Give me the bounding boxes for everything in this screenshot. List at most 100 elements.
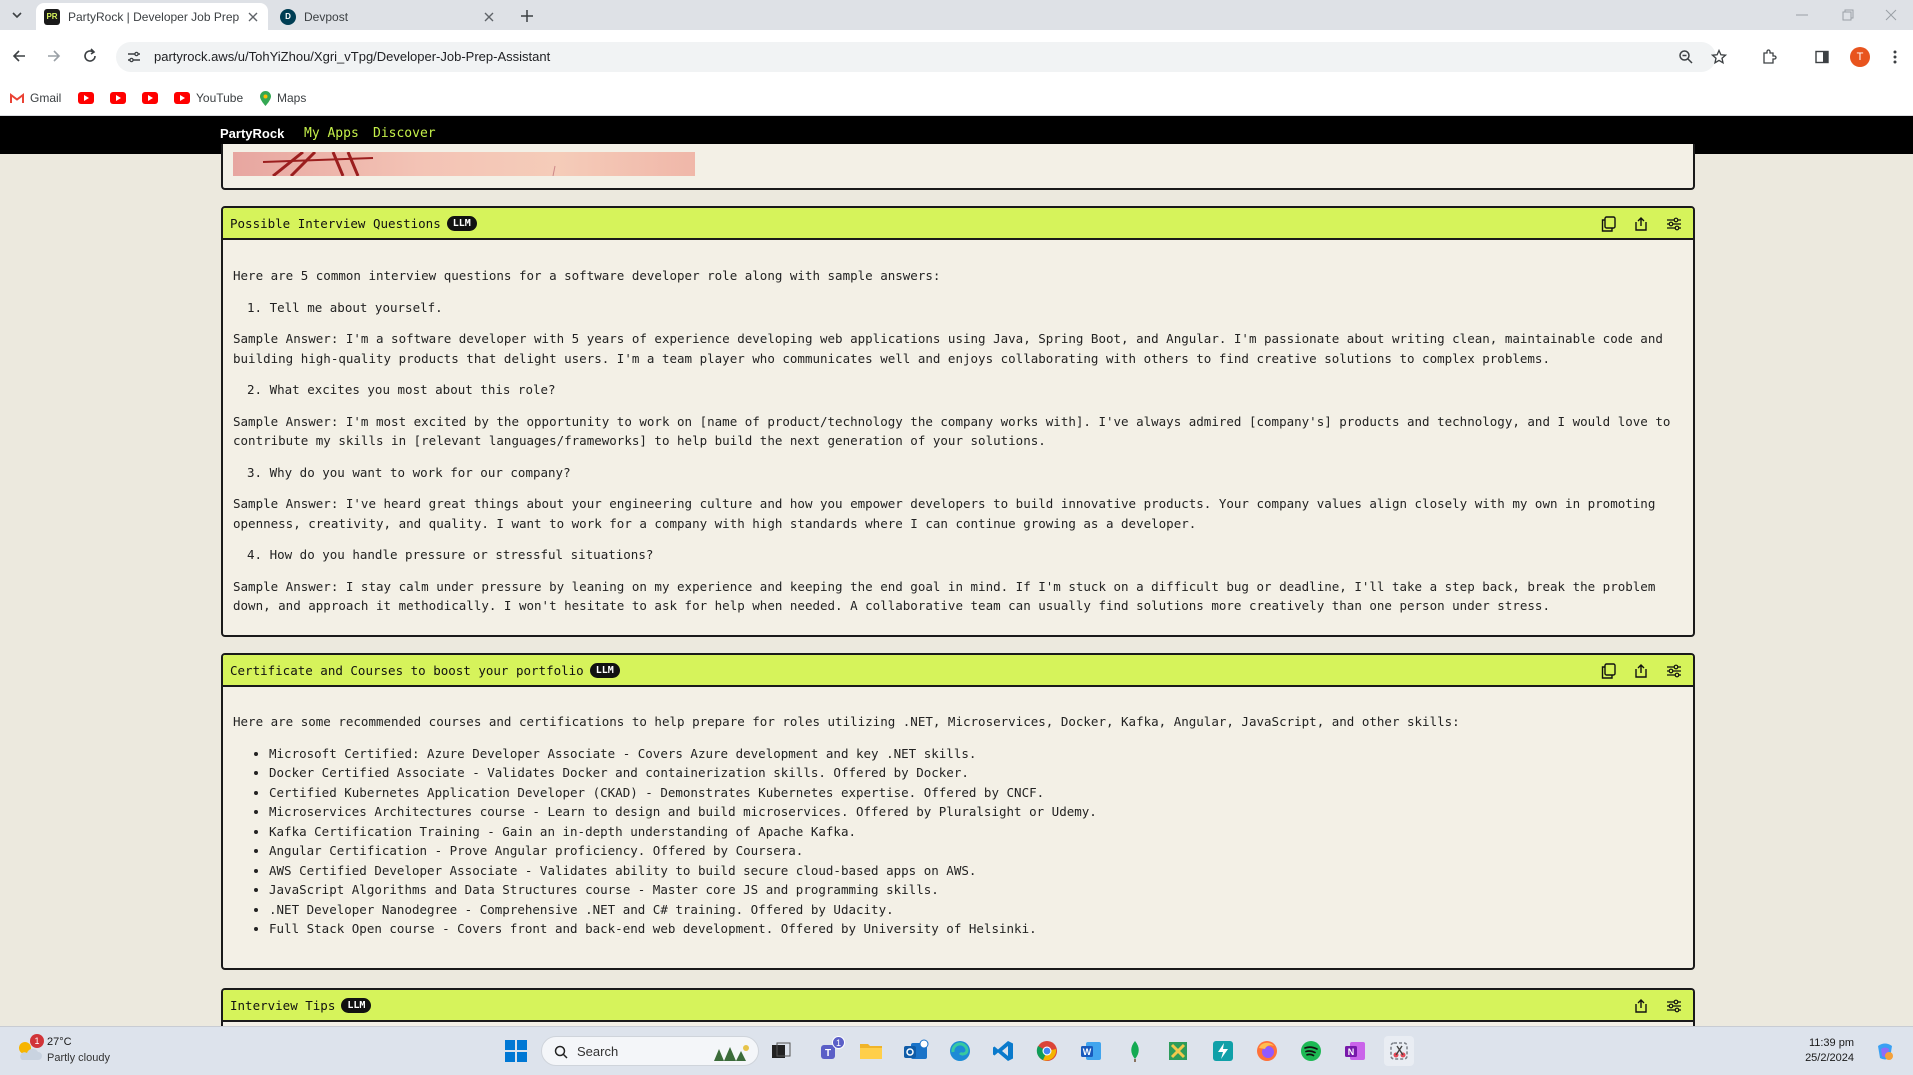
- sample-answer: Sample Answer: I stay calm under pressur…: [233, 578, 1656, 614]
- card-content: Here are some recommended courses and ce…: [233, 712, 1683, 939]
- taskbar-search[interactable]: Search: [541, 1036, 759, 1066]
- teams-icon[interactable]: T 1: [815, 1036, 845, 1066]
- card-header: Possible Interview Questions LLM: [223, 208, 1693, 240]
- weather-temp: 27°C: [47, 1036, 72, 1048]
- chrome-icon[interactable]: [1032, 1036, 1062, 1066]
- chevron-down-icon: [12, 12, 22, 19]
- list-item: Microservices Architectures course - Lea…: [269, 802, 1683, 822]
- tab-title: Devpost: [304, 9, 349, 24]
- question: 1. Tell me about yourself.: [247, 299, 443, 315]
- card-content: Here are 5 common interview questions fo…: [233, 266, 1683, 628]
- question: 3. Why do you want to work for our compa…: [247, 464, 571, 480]
- tab-search-button[interactable]: [6, 5, 28, 25]
- bookmark-star-icon[interactable]: [1707, 45, 1731, 69]
- generated-image: [233, 152, 695, 176]
- clock[interactable]: 11:39 pm 25/2/2024: [1790, 1036, 1854, 1066]
- snipping-tool-icon[interactable]: [1384, 1036, 1414, 1066]
- copilot-icon[interactable]: [1870, 1036, 1900, 1066]
- arrow-left-icon: [12, 50, 25, 62]
- restore-icon: [1842, 9, 1854, 21]
- app-icon[interactable]: [1163, 1036, 1193, 1066]
- copy-icon[interactable]: [1598, 661, 1618, 681]
- close-icon[interactable]: [244, 8, 262, 26]
- url-text[interactable]: partyrock.aws/u/TohYiZhou/Xgri_vTpg/Deve…: [154, 49, 550, 64]
- clock-time: 11:39 pm: [1808, 1037, 1854, 1049]
- spotify-icon[interactable]: [1296, 1036, 1326, 1066]
- image-card: [221, 144, 1695, 190]
- restore-button[interactable]: [1826, 4, 1870, 26]
- weather-widget[interactable]: 1 27°C Partly cloudy: [14, 1034, 124, 1068]
- clock-date: 25/2/2024: [1805, 1052, 1854, 1064]
- forward-button[interactable]: [43, 45, 65, 67]
- nav-my-apps[interactable]: My Apps: [304, 126, 359, 141]
- intro-text: Here are 5 common interview questions fo…: [233, 268, 941, 283]
- word-icon[interactable]: W: [1076, 1036, 1106, 1066]
- bookmark-gmail[interactable]: Gmail: [10, 88, 61, 108]
- firefox-icon[interactable]: [1252, 1036, 1282, 1066]
- bookmark-maps[interactable]: Maps: [260, 88, 306, 108]
- task-view-icon[interactable]: [766, 1036, 796, 1066]
- search-placeholder: Search: [577, 1044, 619, 1059]
- share-icon[interactable]: [1631, 996, 1651, 1016]
- outlook-icon[interactable]: [901, 1036, 931, 1066]
- close-window-button[interactable]: [1869, 4, 1913, 26]
- llm-badge: LLM: [341, 997, 372, 1013]
- minimize-button[interactable]: [1780, 4, 1824, 26]
- share-icon[interactable]: [1631, 661, 1651, 681]
- onenote-icon[interactable]: N: [1340, 1036, 1370, 1066]
- tab-partyrock[interactable]: PR PartyRock | Developer Job Prep: [36, 3, 268, 30]
- mongodb-icon[interactable]: [1120, 1036, 1150, 1066]
- site-info-icon[interactable]: [126, 49, 142, 65]
- list-item: .NET Developer Nanodegree - Comprehensiv…: [269, 900, 1683, 920]
- question: 2. What excites you most about this role…: [247, 382, 556, 397]
- close-icon[interactable]: [480, 8, 498, 26]
- bookmark-youtube-3[interactable]: [142, 88, 158, 108]
- side-panel-icon[interactable]: [1810, 45, 1834, 69]
- weather-desc: Partly cloudy: [47, 1052, 110, 1064]
- file-explorer-icon[interactable]: [856, 1036, 886, 1066]
- youtube-icon: [142, 92, 158, 104]
- menu-dots-icon[interactable]: [1883, 45, 1907, 69]
- list-item: AWS Certified Developer Associate - Vali…: [269, 861, 1683, 881]
- notification-badge: 1: [832, 1036, 845, 1049]
- maps-icon: [260, 90, 271, 106]
- sample-answer: Sample Answer: I'm most excited by the o…: [233, 413, 1671, 449]
- partyrock-favicon-icon: PR: [44, 8, 60, 25]
- zoom-icon[interactable]: [1674, 45, 1698, 69]
- vscode-icon[interactable]: [988, 1036, 1018, 1066]
- edge-icon[interactable]: [945, 1036, 975, 1066]
- list-item: JavaScript Algorithms and Data Structure…: [269, 880, 1683, 900]
- sample-answer: Sample Answer: I've heard great things a…: [233, 496, 1656, 531]
- search-highlight-icon: [714, 1045, 749, 1061]
- course-list: Microsoft Certified: Azure Developer Ass…: [233, 744, 1683, 939]
- settings-sliders-icon[interactable]: [1664, 661, 1684, 681]
- power-automate-icon[interactable]: [1208, 1036, 1238, 1066]
- svg-text:T: T: [825, 1048, 831, 1059]
- extensions-icon[interactable]: [1757, 45, 1781, 69]
- copy-icon[interactable]: [1598, 214, 1618, 234]
- tab-devpost[interactable]: D Devpost: [272, 3, 504, 30]
- partyrock-logo[interactable]: PartyRock: [220, 126, 284, 141]
- nav-discover[interactable]: Discover: [373, 126, 436, 141]
- bookmark-youtube[interactable]: YouTube: [174, 88, 243, 108]
- start-button[interactable]: [501, 1036, 531, 1066]
- profile-avatar[interactable]: T: [1848, 45, 1872, 69]
- svg-text:N: N: [1348, 1047, 1355, 1057]
- settings-sliders-icon[interactable]: [1664, 996, 1684, 1016]
- new-tab-button[interactable]: [516, 5, 538, 27]
- plus-icon: [521, 10, 533, 22]
- llm-badge: LLM: [446, 215, 477, 231]
- reload-button[interactable]: [79, 45, 101, 67]
- bookmark-youtube-2[interactable]: [110, 88, 126, 108]
- card-header: Certificate and Courses to boost your po…: [223, 655, 1693, 687]
- devpost-favicon-icon: D: [280, 8, 296, 25]
- card-header: Interview Tips LLM: [223, 990, 1693, 1022]
- minimize-icon: [1796, 14, 1808, 16]
- settings-sliders-icon[interactable]: [1664, 214, 1684, 234]
- share-icon[interactable]: [1631, 214, 1651, 234]
- svg-text:W: W: [1083, 1047, 1092, 1057]
- bookmark-youtube-1[interactable]: [78, 88, 94, 108]
- sample-answer: Sample Answer: I'm a software developer …: [233, 331, 1663, 366]
- youtube-icon: [174, 92, 190, 104]
- back-button[interactable]: [8, 45, 30, 67]
